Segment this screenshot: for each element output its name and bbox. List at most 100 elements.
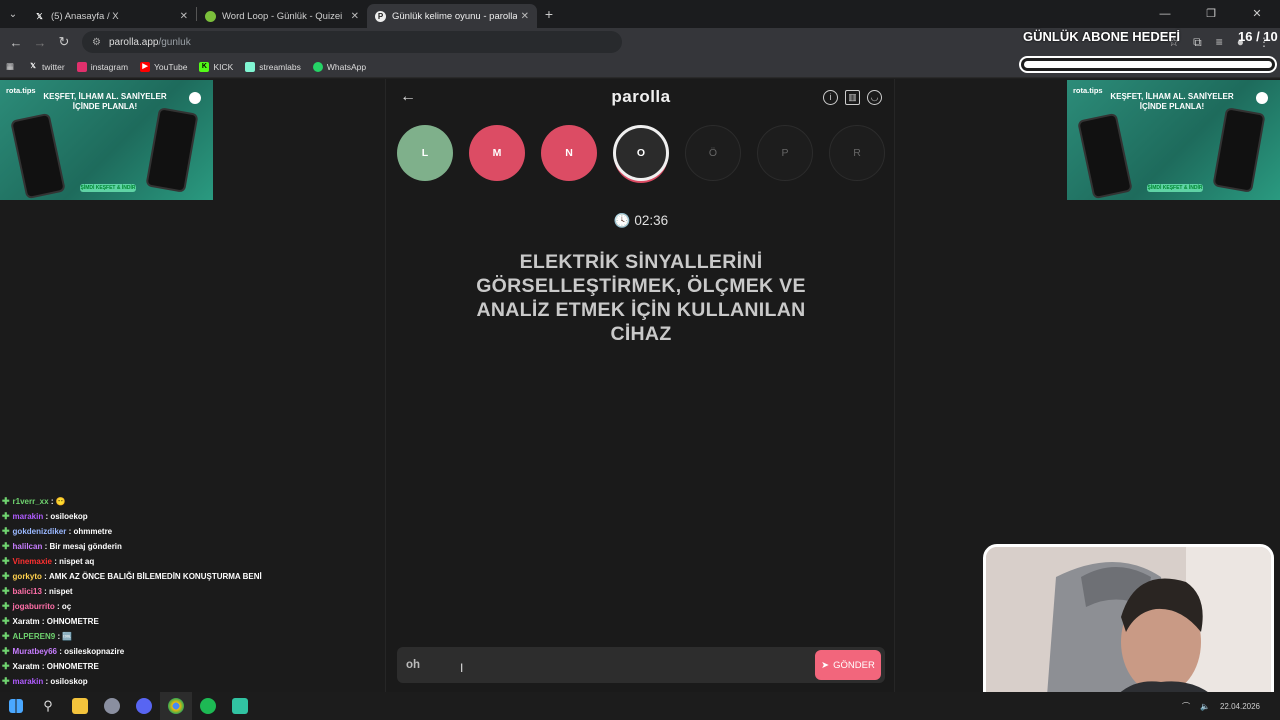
- chat-text: osileskopnazire: [64, 647, 125, 656]
- tab-quizei[interactable]: Word Loop - Günlük - Quizei ✕: [197, 4, 367, 28]
- quizei-icon: [205, 10, 216, 22]
- instagram-icon: [76, 61, 87, 72]
- letter-circle-pending: R: [829, 125, 885, 181]
- ad-banner-left[interactable]: rota.tips KEŞFET, İLHAM AL. SANİYELER İÇ…: [0, 80, 213, 200]
- chat-username: Muratbey66: [12, 647, 58, 656]
- goal-progress-bar: [1019, 56, 1277, 73]
- chat-message: ✚ marakin : osiloekop: [2, 511, 88, 521]
- chat-message: ✚ Xaratm : OHNOMETRE: [2, 661, 99, 671]
- search-icon[interactable]: ⚲: [32, 692, 64, 720]
- forward-icon[interactable]: →: [28, 35, 52, 50]
- letter-circle-wrong: N: [541, 125, 597, 181]
- chat-username: marakin: [12, 677, 44, 686]
- timer-value: 02:36: [634, 213, 669, 228]
- chat-username: Xaratm: [12, 662, 40, 671]
- chat-message: ✚ Vinemaxie : nispet aq: [2, 556, 95, 566]
- new-tab-button[interactable]: +: [537, 6, 561, 22]
- app-icon[interactable]: [96, 692, 128, 720]
- tab-strip: ⌄ 𝕏 (5) Anasayfa / X ✕ Word Loop - Günlü…: [0, 0, 1280, 28]
- discord-icon[interactable]: [128, 692, 160, 720]
- chrome-icon[interactable]: [160, 692, 192, 720]
- ad-tagline: KEŞFET, İLHAM AL. SANİYELER İÇİNDE PLANL…: [1110, 92, 1234, 112]
- ad-banner-right[interactable]: rota.tips KEŞFET, İLHAM AL. SANİYELER İÇ…: [1067, 80, 1280, 200]
- file-explorer-icon[interactable]: [64, 692, 96, 720]
- chat-badge-icon: ✚: [2, 661, 10, 671]
- site-info-icon[interactable]: ⚙: [92, 37, 101, 48]
- user-icon[interactable]: ◡: [867, 90, 882, 105]
- timer: 🕓 02:36: [386, 213, 896, 229]
- chat-badge-icon: ✚: [2, 571, 10, 581]
- chat-message: ✚ Xaratm : OHNOMETRE: [2, 616, 99, 626]
- windows-start-icon[interactable]: [0, 692, 32, 720]
- parolla-logo: parolla: [611, 87, 671, 106]
- chat-badge-icon: ✚: [2, 511, 10, 521]
- network-icon[interactable]: ⌒: [1182, 701, 1190, 712]
- bookmark-twitter[interactable]: 𝕏twitter: [28, 62, 65, 72]
- chat-badge-icon: ✚: [2, 526, 10, 536]
- stream-chat: ✚ r1verr_xx : 😶 ✚ marakin : osiloekop ✚ gokde…: [2, 494, 292, 689]
- clue-text: ELEKTRİK SİNYALLERİNİ GÖRSELLEŞTİRMEK, Ö…: [476, 251, 806, 345]
- chat-badge-icon: ✚: [2, 676, 10, 686]
- spotify-icon[interactable]: [192, 692, 224, 720]
- streamlabs-icon: [245, 61, 256, 72]
- kick-icon: K: [199, 61, 210, 72]
- chat-username: Vinemaxie: [12, 557, 52, 566]
- goal-progress-fill: [1024, 61, 1272, 68]
- chat-badge-icon: ✚: [2, 631, 10, 641]
- letter-circle-wrong: M: [469, 125, 525, 181]
- streamlabs-icon[interactable]: [224, 692, 256, 720]
- chat-username: ALPEREN9: [12, 632, 56, 641]
- tab-parolla[interactable]: P Günlük kelime oyunu - parolla ✕: [367, 4, 537, 28]
- answer-input[interactable]: oh ➤ GÖNDER: [397, 647, 885, 683]
- chat-message: ✚ Muratbey66 : osileskopnazire: [2, 646, 125, 656]
- chat-text: AMK AZ ÖNCE BALIĞI BİLEMEDİN KONUŞTURMA …: [49, 572, 262, 581]
- phone-image: [145, 107, 199, 193]
- address-bar[interactable]: ⚙ parolla.app/gunluk: [82, 31, 622, 53]
- apps-icon[interactable]: ▦: [6, 61, 14, 72]
- chat-text: osiloekop: [50, 512, 88, 521]
- close-tab-icon[interactable]: ✕: [351, 11, 359, 22]
- send-button[interactable]: ➤ GÖNDER: [815, 650, 881, 680]
- ad-tagline: KEŞFET, İLHAM AL. SANİYELER İÇİNDE PLANL…: [43, 92, 167, 112]
- chat-text: OHNOMETRE: [46, 662, 99, 671]
- bookmark-instagram[interactable]: instagram: [76, 61, 128, 72]
- reload-icon[interactable]: ↻: [52, 34, 76, 50]
- letter-circle-correct: L: [397, 125, 453, 181]
- stats-icon[interactable]: ▥: [845, 90, 860, 105]
- tab-search-icon[interactable]: ⌄: [0, 0, 26, 28]
- url-path: /gunluk: [158, 36, 191, 48]
- bookmark-kick[interactable]: K KICK: [199, 61, 233, 72]
- tab-x[interactable]: 𝕏 (5) Anasayfa / X ✕: [26, 4, 196, 28]
- whatsapp-icon: [312, 61, 323, 72]
- extensions-icon[interactable]: ⧉: [1193, 35, 1202, 50]
- letter-circle-pending: P: [757, 125, 813, 181]
- send-label: GÖNDER: [833, 659, 875, 671]
- minimize-icon[interactable]: —: [1142, 0, 1188, 28]
- volume-icon[interactable]: 🔈: [1200, 702, 1210, 711]
- info-icon[interactable]: i: [823, 90, 838, 105]
- restore-icon[interactable]: ❐: [1188, 0, 1234, 28]
- chat-username: halilcan: [12, 542, 43, 551]
- letter-circle-current: O: [613, 125, 669, 181]
- chat-message: ✚ gokdenizdiker : ohmmetre: [2, 526, 113, 536]
- bookmark-streamlabs[interactable]: streamlabs: [245, 61, 301, 72]
- media-icon[interactable]: ≡: [1216, 35, 1223, 49]
- parolla-icon: P: [375, 10, 386, 22]
- close-tab-icon[interactable]: ✕: [180, 11, 188, 22]
- phone-image: [1212, 107, 1266, 193]
- bookmark-whatsapp[interactable]: WhatsApp: [312, 61, 366, 72]
- chat-username: marakin: [12, 512, 44, 521]
- ad-dot-icon: [1256, 92, 1268, 104]
- chat-badge-icon: ✚: [2, 601, 10, 611]
- goal-count: 16 / 10: [1238, 29, 1278, 44]
- close-tab-icon[interactable]: ✕: [521, 11, 529, 22]
- clock-date: 22.04.2026: [1219, 701, 1260, 711]
- back-icon[interactable]: ←: [4, 35, 28, 50]
- close-window-icon[interactable]: ✕: [1234, 0, 1280, 28]
- chat-message: ✚ marakin : osiloskop: [2, 676, 88, 686]
- chat-username: gokdenizdiker: [12, 527, 67, 536]
- answer-input-value[interactable]: oh: [406, 659, 815, 671]
- webcam-feed: [983, 544, 1274, 706]
- bookmark-youtube[interactable]: ▶ YouTube: [140, 61, 187, 72]
- goal-title: GÜNLÜK ABONE HEDEFİ: [1023, 29, 1180, 44]
